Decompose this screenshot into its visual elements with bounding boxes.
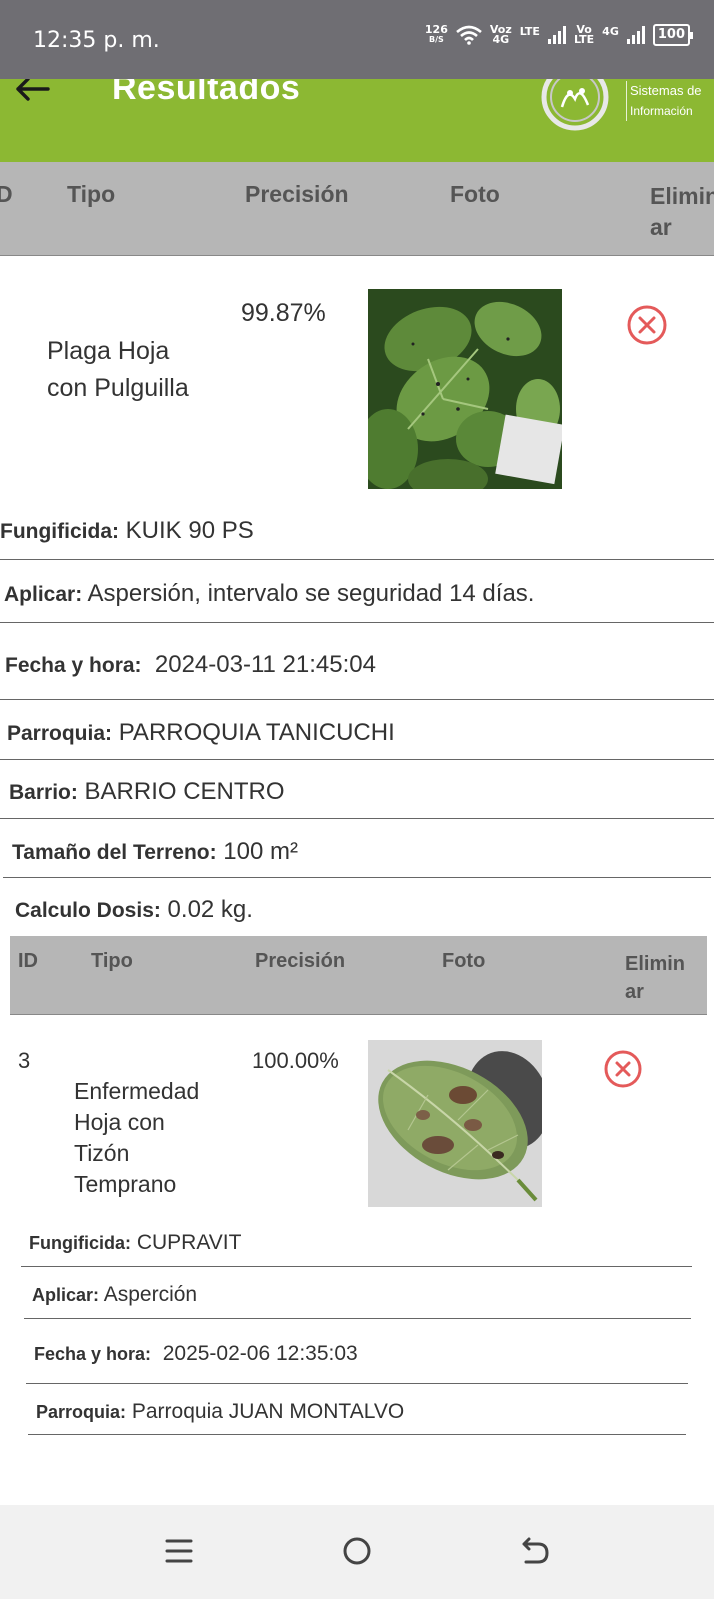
result-2-tipo: Enfermedad Hoja con Tizón Temprano <box>74 1078 200 1197</box>
result-1-aplicar: Aplicar: Aspersión, intervalo se segurid… <box>4 580 535 607</box>
header-id: ID <box>18 950 38 972</box>
back-arrow-icon[interactable] <box>12 79 52 115</box>
header-precision: Precisión <box>245 181 349 207</box>
result-1-parroquia: Parroquia: PARROQUIA TANICUCHI <box>7 719 395 746</box>
menu-lines-icon[interactable] <box>157 1529 201 1573</box>
divider <box>28 1434 686 1435</box>
sim1-volte-indicator: Voz 4G <box>489 23 512 46</box>
result-2-photo[interactable] <box>368 1040 542 1207</box>
result-2-precision: 100.00% <box>252 1048 339 1073</box>
table-header: ID Tipo Precisión Foto Elimin ar <box>10 936 707 1015</box>
header-precision: Precisión <box>255 950 346 972</box>
status-icons: 126 B/S Voz 4G LTE Vo LTE 4G 100 <box>424 23 694 46</box>
return-arrow-icon[interactable] <box>514 1529 558 1573</box>
result-1-fungicida: Fungificida: KUIK 90 PS <box>0 517 254 544</box>
result-2-id: 3 <box>18 1048 31 1073</box>
app-logo-icon <box>541 79 609 131</box>
result-1-barrio: Barrio: BARRIO CENTRO <box>9 778 285 805</box>
header-id: D <box>0 181 13 207</box>
divider <box>0 559 714 560</box>
divider <box>0 759 714 760</box>
status-bar: 12:35 p. m. 126 B/S Voz 4G LTE Vo LTE 4G… <box>0 0 714 79</box>
result-2-parroquia: Parroquia: Parroquia JUAN MONTALVO <box>36 1400 405 1423</box>
divider <box>21 1266 692 1267</box>
signal-sim1-icon <box>547 26 566 44</box>
header-tipo: Tipo <box>67 181 116 207</box>
table-header: D Tipo Precisión Foto Elimin ar <box>0 162 714 256</box>
header-eliminar: Elimin ar <box>650 183 714 240</box>
header-foto: Foto <box>442 950 486 972</box>
result-2-fecha: Fecha y hora: 2025-02-06 12:35:03 <box>34 1342 358 1365</box>
result-1-dosis: Calculo Dosis: 0.02 kg. <box>15 896 253 923</box>
status-time: 12:35 p. m. <box>33 28 160 53</box>
leaf-disease-photo <box>368 1040 542 1207</box>
header-tipo: Tipo <box>91 950 133 972</box>
result-1-tipo: Plaga Hoja con Pulguilla <box>47 337 189 402</box>
sim2-volte-indicator: Vo LTE <box>573 23 595 46</box>
result-1-photo[interactable] <box>368 289 562 489</box>
signal-sim2-icon <box>626 26 645 44</box>
divider <box>3 877 711 878</box>
system-navigation-bar <box>0 1505 714 1599</box>
divider <box>26 1383 688 1384</box>
delete-result-1-icon[interactable] <box>626 304 668 346</box>
result-2-aplicar: Aplicar: Asperción <box>32 1283 198 1306</box>
page-title: Resultados <box>112 79 301 107</box>
result-1-terreno: Tamaño del Terreno: 100 m² <box>12 838 298 865</box>
home-circle-icon[interactable] <box>335 1529 379 1573</box>
battery-icon: 100 <box>652 24 694 46</box>
divider <box>0 818 714 819</box>
result-1-fecha: Fecha y hora: 2024-03-11 21:45:04 <box>5 651 376 678</box>
divider <box>0 622 714 623</box>
app-bar: Resultados Sistemas de Información <box>0 79 714 162</box>
header-foto: Foto <box>450 181 500 207</box>
net-speed-indicator: 126 B/S <box>424 23 448 44</box>
result-1-precision: 99.87% <box>241 299 326 327</box>
leaf-pest-photo <box>368 289 562 489</box>
wifi-icon <box>456 25 482 45</box>
result-2-fungicida: Fungificida: CUPRAVIT <box>29 1231 242 1254</box>
delete-result-2-icon[interactable] <box>602 1048 644 1090</box>
divider <box>24 1318 691 1319</box>
logo-text: Sistemas de Información <box>626 81 702 121</box>
divider <box>0 699 714 700</box>
header-eliminar: Elimin ar <box>625 953 686 1003</box>
